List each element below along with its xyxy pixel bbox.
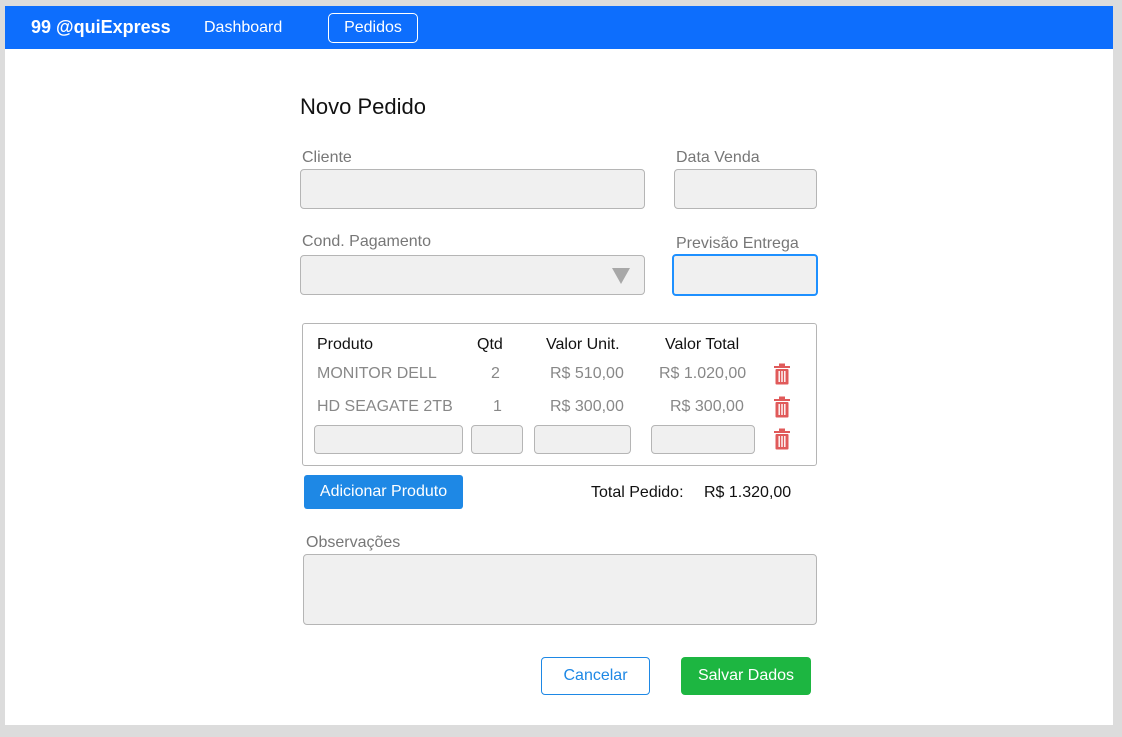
cancel-button[interactable]: Cancelar	[541, 657, 650, 695]
new-qtd-input[interactable]	[471, 425, 523, 454]
row2-qtd: 1	[493, 398, 502, 415]
observacoes-textarea[interactable]	[303, 554, 817, 625]
new-valor-unit-input[interactable]	[534, 425, 631, 454]
previsao-entrega-input[interactable]	[672, 254, 818, 296]
top-navbar: 99 @quiExpress Dashboard Pedidos	[5, 6, 1113, 49]
row2-produto: HD SEAGATE 2TB	[317, 398, 453, 415]
data-venda-input[interactable]	[674, 169, 817, 209]
cliente-label: Cliente	[302, 149, 352, 166]
trash-icon[interactable]	[773, 396, 791, 418]
new-valor-total-input[interactable]	[651, 425, 755, 454]
nav-pedidos[interactable]: Pedidos	[328, 13, 418, 43]
nav-dashboard[interactable]: Dashboard	[204, 19, 282, 37]
cond-pagamento-label: Cond. Pagamento	[302, 233, 431, 250]
data-venda-label: Data Venda	[676, 149, 760, 166]
total-label: Total Pedido:	[591, 484, 684, 501]
row2-valor-total: R$ 300,00	[670, 398, 744, 415]
row2-valor-unit: R$ 300,00	[550, 398, 624, 415]
row1-produto: MONITOR DELL	[317, 365, 437, 382]
total-value: R$ 1.320,00	[704, 484, 792, 501]
trash-icon[interactable]	[773, 428, 791, 450]
header-produto: Produto	[317, 336, 374, 353]
save-button[interactable]: Salvar Dados	[681, 657, 811, 695]
row1-valor-total: R$ 1.020,00	[659, 365, 747, 382]
header-qtd: Qtd	[477, 336, 503, 353]
items-table: Produto Qtd Valor Unit. Valor Total MONI…	[302, 323, 817, 466]
header-valor-unit: Valor Unit.	[546, 336, 620, 353]
add-product-button[interactable]: Adicionar Produto	[304, 475, 463, 509]
cliente-input[interactable]	[300, 169, 645, 209]
previsao-entrega-label: Previsão Entrega	[676, 235, 799, 252]
row1-qtd: 2	[491, 365, 500, 382]
cond-pagamento-select[interactable]	[300, 255, 645, 295]
row1-valor-unit: R$ 510,00	[550, 365, 624, 382]
observacoes-label: Observações	[306, 534, 401, 551]
page-title: Novo Pedido	[300, 94, 426, 119]
new-produto-input[interactable]	[314, 425, 463, 454]
trash-icon[interactable]	[773, 363, 791, 385]
brand-logo[interactable]: 99 @quiExpress	[31, 17, 171, 38]
app-window: 99 @quiExpress Dashboard Pedidos Novo Pe…	[5, 6, 1113, 725]
header-valor-total: Valor Total	[665, 336, 740, 353]
dropdown-arrow-icon[interactable]	[612, 268, 630, 284]
